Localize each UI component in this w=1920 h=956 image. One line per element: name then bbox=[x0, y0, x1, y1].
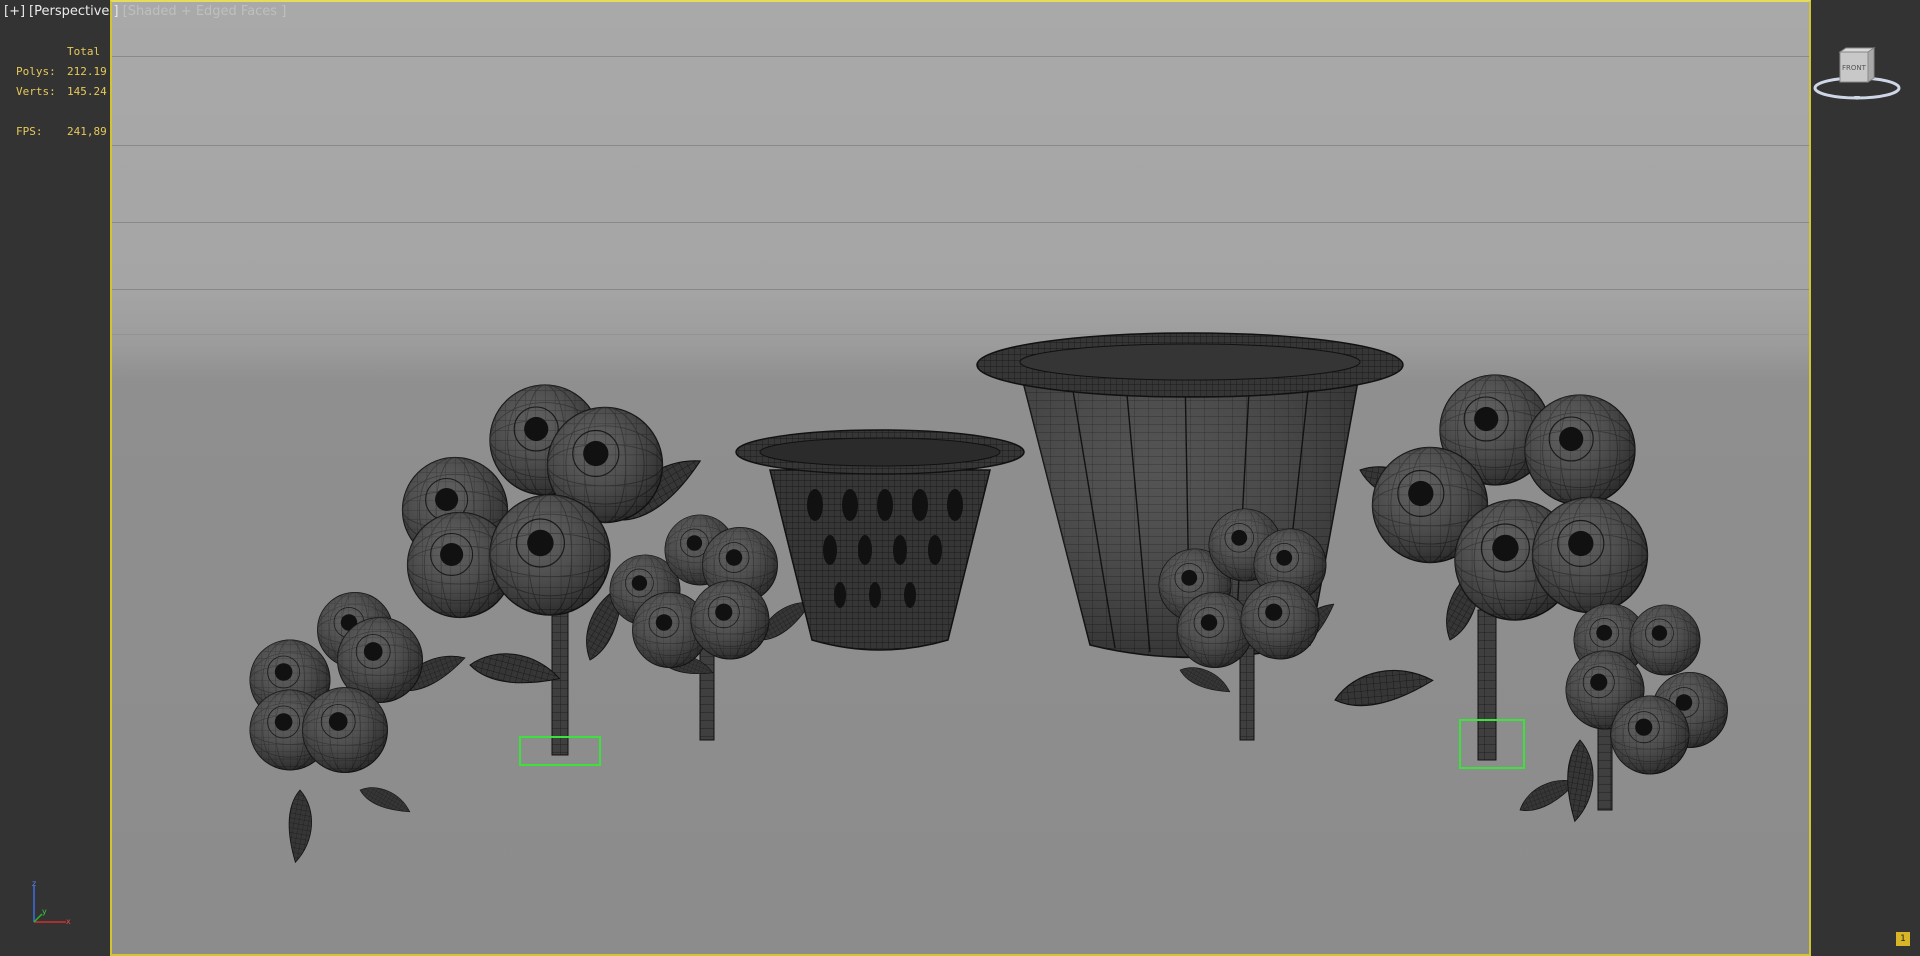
viewport-shading-menu[interactable]: [Shaded + Edged Faces ] bbox=[123, 4, 287, 19]
viewport-view-menu[interactable]: [Perspective ] bbox=[29, 4, 119, 19]
polys-label: Polys: bbox=[16, 65, 56, 78]
viewport-label: [+] [Perspective ] [Shaded + Edged Faces ] bbox=[4, 4, 290, 19]
viewcube-face-label: FRONT bbox=[1842, 64, 1867, 72]
stats-header: Total bbox=[67, 45, 101, 58]
left-sidebar bbox=[0, 0, 110, 956]
scene-statistics: Total Polys: 212.19 Verts: 145.24 FPS: 241,… bbox=[16, 42, 116, 142]
viewport-menu-plus[interactable]: [+] bbox=[4, 4, 25, 19]
polys-value: 212.19 bbox=[67, 65, 107, 78]
right-sidebar bbox=[1811, 0, 1920, 956]
verts-value: 145.24 bbox=[67, 85, 107, 98]
fps-label: FPS: bbox=[16, 125, 43, 138]
viewport-layout-icon[interactable]: 1 bbox=[1896, 932, 1910, 946]
verts-label: Verts: bbox=[16, 85, 56, 98]
fps-value: 241,89 bbox=[67, 125, 107, 138]
flower-plant-left-small[interactable] bbox=[249, 592, 471, 865]
axis-tripod-icon: z x y bbox=[32, 880, 71, 926]
flower-plant-left-mid[interactable] bbox=[609, 514, 818, 741]
svg-text:x: x bbox=[66, 917, 71, 926]
perspective-viewport[interactable] bbox=[110, 0, 1811, 956]
svg-text:z: z bbox=[32, 880, 36, 888]
viewcube[interactable]: FRONT bbox=[1812, 44, 1902, 112]
scene-canvas[interactable] bbox=[110, 0, 1811, 956]
svg-text:y: y bbox=[42, 907, 47, 916]
flower-plant-right-small[interactable] bbox=[1514, 603, 1728, 824]
